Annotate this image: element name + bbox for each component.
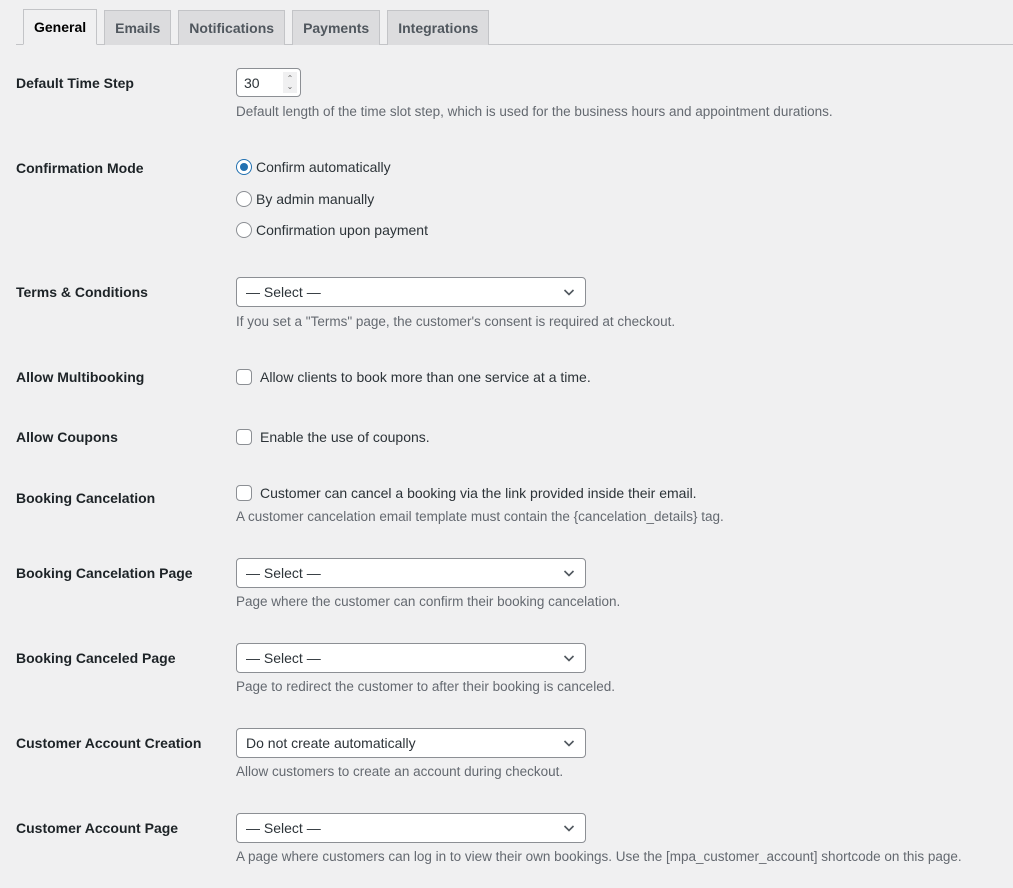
account-creation-description: Allow customers to create an account dur… — [236, 764, 564, 779]
account-page-select-value: — Select — — [246, 820, 321, 836]
cancelation-page-label: Booking Cancelation Page — [16, 565, 193, 581]
cancelation-description: A customer cancelation email template mu… — [236, 509, 724, 524]
terms-select[interactable]: — Select — — [236, 277, 586, 307]
canceled-page-select-value: — Select — — [246, 650, 321, 666]
tab-notifications[interactable]: Notifications — [178, 10, 286, 45]
cancelation-label: Booking Cancelation — [16, 490, 156, 506]
coupons-checkbox-item[interactable]: Enable the use of coupons. — [236, 429, 430, 445]
canceled-page-description: Page to redirect the customer to after t… — [236, 679, 615, 694]
chevron-down-icon — [563, 825, 575, 832]
number-spinner[interactable]: ⌃ ⌄ — [283, 72, 297, 93]
chevron-down-icon — [563, 289, 575, 296]
settings-tabs: General Emails Notifications Payments In… — [16, 9, 1013, 45]
radio-option-confirm-automatically[interactable]: Confirm automatically — [236, 157, 428, 177]
time-step-value: 30 — [244, 74, 260, 91]
terms-select-value: — Select — — [246, 284, 321, 300]
time-step-label: Default Time Step — [16, 75, 134, 91]
tab-emails[interactable]: Emails — [104, 10, 172, 45]
spin-down-icon[interactable]: ⌄ — [287, 82, 294, 91]
radio-button[interactable] — [236, 190, 252, 207]
radio-label: By admin manually — [256, 190, 375, 207]
canceled-page-select[interactable]: — Select — — [236, 643, 586, 673]
radio-label: Confirmation upon payment — [256, 222, 428, 238]
chevron-down-icon — [563, 740, 575, 747]
multibooking-label: Allow Multibooking — [16, 369, 145, 385]
cancelation-checkbox[interactable] — [236, 485, 252, 501]
tab-integrations[interactable]: Integrations — [387, 10, 490, 45]
cancelation-checkbox-item[interactable]: Customer can cancel a booking via the li… — [236, 485, 697, 501]
terms-label: Terms & Conditions — [16, 284, 148, 300]
radio-button-checked[interactable] — [236, 159, 252, 175]
cancelation-page-select-value: — Select — — [246, 565, 321, 581]
account-creation-select-value: Do not create automatically — [246, 735, 416, 751]
multibooking-checkbox-item[interactable]: Allow clients to book more than one serv… — [236, 369, 591, 385]
radio-label: Confirm automatically — [256, 159, 391, 175]
time-step-description: Default length of the time slot step, wh… — [236, 104, 833, 119]
confirmation-mode-radio-group: Confirm automatically By admin manually … — [236, 157, 428, 252]
account-creation-select[interactable]: Do not create automatically — [236, 728, 586, 758]
tab-payments[interactable]: Payments — [292, 10, 381, 45]
chevron-down-icon — [563, 570, 575, 577]
account-page-label: Customer Account Page — [16, 820, 179, 836]
cancelation-page-select[interactable]: — Select — — [236, 558, 586, 588]
canceled-page-label: Booking Canceled Page — [16, 650, 176, 666]
account-page-description: A page where customers can log in to vie… — [236, 849, 962, 864]
cancelation-page-description: Page where the customer can confirm thei… — [236, 594, 621, 609]
account-creation-label: Customer Account Creation — [16, 735, 202, 751]
confirmation-mode-label: Confirmation Mode — [16, 160, 144, 176]
terms-description: If you set a "Terms" page, the customer'… — [236, 314, 676, 329]
chevron-down-icon — [563, 655, 575, 662]
tab-general[interactable]: General — [23, 9, 98, 45]
time-step-input[interactable]: 30 ⌃ ⌄ — [236, 68, 301, 97]
radio-button[interactable] — [236, 222, 252, 238]
coupons-checkbox[interactable] — [236, 429, 252, 445]
coupons-checkbox-label: Enable the use of coupons. — [260, 429, 430, 445]
cancelation-checkbox-label: Customer can cancel a booking via the li… — [260, 485, 697, 501]
coupons-label: Allow Coupons — [16, 429, 118, 445]
multibooking-checkbox-label: Allow clients to book more than one serv… — [260, 369, 591, 385]
multibooking-checkbox[interactable] — [236, 369, 252, 385]
radio-option-upon-payment[interactable]: Confirmation upon payment — [236, 220, 428, 240]
account-page-select[interactable]: — Select — — [236, 813, 586, 843]
radio-option-admin-manually[interactable]: By admin manually — [236, 189, 428, 209]
